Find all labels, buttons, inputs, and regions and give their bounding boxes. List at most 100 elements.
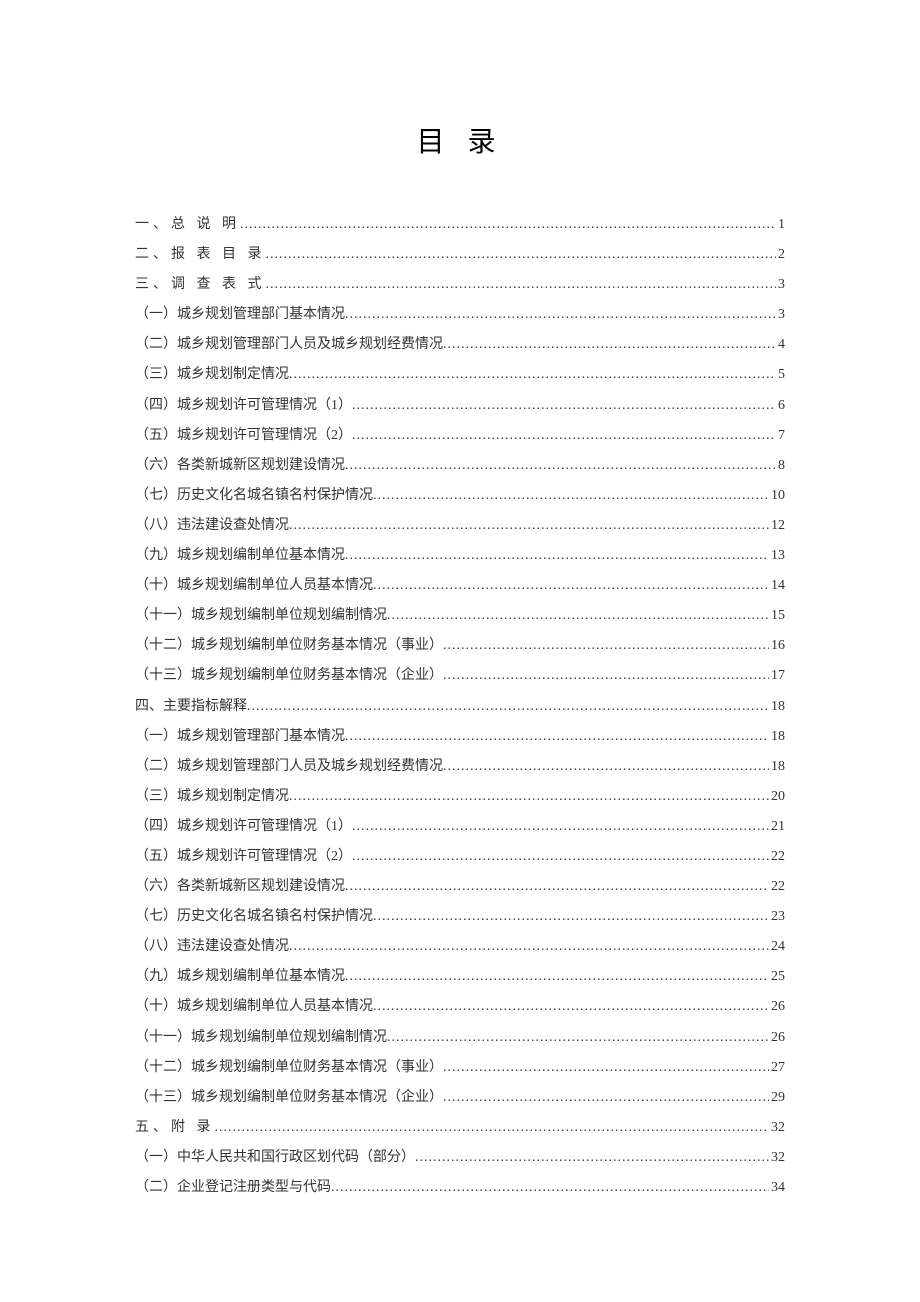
toc-entry-label: （二）城乡规划管理部门人员及城乡规划经费情况: [135, 330, 443, 360]
toc-entry: （九）城乡规划编制单位基本情况 25: [135, 962, 785, 992]
toc-leader-dots: [352, 391, 776, 421]
toc-entry-label: （一）城乡规划管理部门基本情况: [135, 722, 345, 752]
toc-entry-page: 6: [776, 391, 785, 421]
toc-leader-dots: [443, 631, 769, 661]
toc-entry: （二）企业登记注册类型与代码 34: [135, 1173, 785, 1203]
toc-entry: （七）历史文化名城名镇名村保护情况 10: [135, 481, 785, 511]
toc-leader-dots: [443, 1053, 769, 1083]
toc-leader-dots: [373, 902, 769, 932]
toc-entry-label: （十二）城乡规划编制单位财务基本情况（事业）: [135, 631, 443, 661]
toc-entry-page: 15: [769, 601, 785, 631]
toc-leader-dots: [443, 661, 769, 691]
toc-entry-label: （三）城乡规划制定情况: [135, 782, 289, 812]
toc-entry: 三、调 查 表 式 3: [135, 270, 785, 300]
toc-leader-dots: [289, 360, 776, 390]
toc-leader-dots: [443, 330, 776, 360]
toc-entry-page: 32: [769, 1143, 785, 1173]
toc-entry-label: （二）企业登记注册类型与代码: [135, 1173, 331, 1203]
toc-leader-dots: [443, 752, 769, 782]
toc-entry: （一）城乡规划管理部门基本情况3: [135, 300, 785, 330]
toc-entry-page: 10: [769, 481, 785, 511]
toc-entry-page: 34: [769, 1173, 785, 1203]
toc-entry-label: （四）城乡规划许可管理情况（1）: [135, 812, 352, 842]
toc-entry: （一）中华人民共和国行政区划代码（部分） 32: [135, 1143, 785, 1173]
toc-entry: （八）违法建设查处情况24: [135, 932, 785, 962]
toc-entry-label: （九）城乡规划编制单位基本情况: [135, 962, 345, 992]
toc-entry-page: 22: [769, 872, 785, 902]
toc-entry-page: 17: [769, 661, 785, 691]
toc-entry: 二、报 表 目 录2: [135, 240, 785, 270]
toc-leader-dots: [266, 270, 777, 300]
toc-entry: （八）违法建设查处情况12: [135, 511, 785, 541]
toc-entry-page: 18: [769, 722, 785, 752]
toc-leader-dots: [247, 692, 769, 722]
toc-entry: （三）城乡规划制定情况 5: [135, 360, 785, 390]
toc-entry-page: 13: [769, 541, 785, 571]
toc-entry-label: 二、报 表 目 录: [135, 240, 266, 270]
toc-leader-dots: [266, 240, 777, 270]
toc-entry: 五、附 录 32: [135, 1113, 785, 1143]
toc-leader-dots: [215, 1113, 770, 1143]
toc-leader-dots: [387, 1023, 769, 1053]
toc-entry: （十三）城乡规划编制单位财务基本情况（企业） 29: [135, 1083, 785, 1113]
toc-entry-label: （十）城乡规划编制单位人员基本情况: [135, 992, 373, 1022]
page-title: 目 录: [135, 120, 785, 160]
toc-entry-page: 32: [769, 1113, 785, 1143]
toc-entry-page: 25: [769, 962, 785, 992]
toc-entry-label: （十三）城乡规划编制单位财务基本情况（企业）: [135, 661, 443, 691]
toc-entry: （七）历史文化名城名镇名村保护情况23: [135, 902, 785, 932]
toc-entry-label: （七）历史文化名城名镇名村保护情况: [135, 481, 373, 511]
toc-entry-page: 18: [769, 692, 785, 722]
toc-entry-page: 21: [769, 812, 785, 842]
toc-leader-dots: [289, 511, 769, 541]
toc-leader-dots: [352, 812, 769, 842]
toc-entry-page: 24: [769, 932, 785, 962]
toc-leader-dots: [331, 1173, 769, 1203]
toc-leader-dots: [443, 1083, 769, 1113]
toc-entry-label: （十三）城乡规划编制单位财务基本情况（企业）: [135, 1083, 443, 1113]
toc-entry-page: 3: [776, 300, 785, 330]
toc-entry: （六）各类新城新区规划建设情况22: [135, 872, 785, 902]
toc-entry: （五）城乡规划许可管理情况（2）7: [135, 421, 785, 451]
toc-entry-page: 20: [769, 782, 785, 812]
toc-entry-label: （三）城乡规划制定情况: [135, 360, 289, 390]
toc-entry-label: （十）城乡规划编制单位人员基本情况: [135, 571, 373, 601]
toc-entry: （九）城乡规划编制单位基本情况13: [135, 541, 785, 571]
toc-entry-label: （十二）城乡规划编制单位财务基本情况（事业）: [135, 1053, 443, 1083]
toc-leader-dots: [289, 932, 769, 962]
toc-entry: （十三）城乡规划编制单位财务基本情况（企业） 17: [135, 661, 785, 691]
toc-leader-dots: [352, 421, 776, 451]
toc-entry: （四）城乡规划许可管理情况（1） 6: [135, 391, 785, 421]
toc-entry-label: 一、总 说 明: [135, 210, 240, 240]
toc-leader-dots: [352, 842, 769, 872]
toc-entry-page: 3: [776, 270, 785, 300]
toc-entry-label: （一）中华人民共和国行政区划代码（部分）: [135, 1143, 415, 1173]
toc-entry-label: （四）城乡规划许可管理情况（1）: [135, 391, 352, 421]
toc-entry-label: （二）城乡规划管理部门人员及城乡规划经费情况: [135, 752, 443, 782]
toc-entry-label: （十一）城乡规划编制单位规划编制情况: [135, 601, 387, 631]
toc-entry-label: （八）违法建设查处情况: [135, 511, 289, 541]
toc-leader-dots: [373, 992, 769, 1022]
toc-entry: （三）城乡规划制定情况 20: [135, 782, 785, 812]
toc-entry: （十二）城乡规划编制单位财务基本情况（事业）27: [135, 1053, 785, 1083]
toc-leader-dots: [415, 1143, 769, 1173]
toc-leader-dots: [387, 601, 769, 631]
toc-entry-label: 三、调 查 表 式: [135, 270, 266, 300]
toc-entry-page: 14: [769, 571, 785, 601]
toc-entry: （四）城乡规划许可管理情况（1） 21: [135, 812, 785, 842]
toc-entry-page: 5: [776, 360, 785, 390]
toc-entry: （十）城乡规划编制单位人员基本情况26: [135, 992, 785, 1022]
toc-entry-page: 16: [769, 631, 785, 661]
toc-entry: （二）城乡规划管理部门人员及城乡规划经费情况18: [135, 752, 785, 782]
toc-leader-dots: [345, 722, 769, 752]
toc-entry-page: 1: [776, 210, 785, 240]
toc-entry: （十二）城乡规划编制单位财务基本情况（事业） 16: [135, 631, 785, 661]
toc-entry: （二）城乡规划管理部门人员及城乡规划经费情况4: [135, 330, 785, 360]
toc-entry-page: 29: [769, 1083, 785, 1113]
toc-entry-label: 五、附 录: [135, 1113, 215, 1143]
toc-entry-label: （六）各类新城新区规划建设情况: [135, 451, 345, 481]
toc-leader-dots: [345, 451, 776, 481]
toc-entry: 四、主要指标解释18: [135, 692, 785, 722]
toc-entry: （十）城乡规划编制单位人员基本情况 14: [135, 571, 785, 601]
toc-leader-dots: [289, 782, 769, 812]
